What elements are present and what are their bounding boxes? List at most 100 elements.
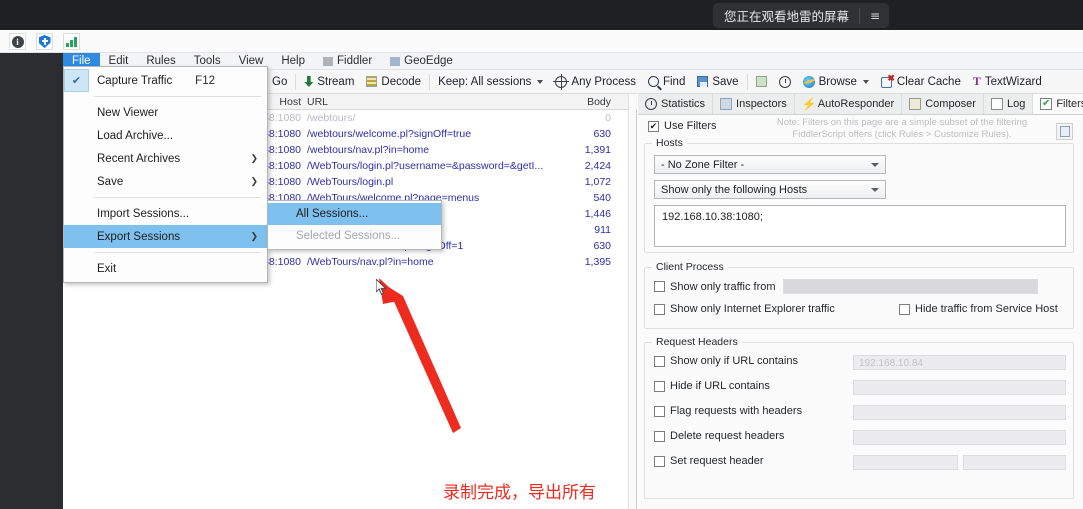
fiddler-window: File Edit Rules Tools View Help Fiddler … bbox=[63, 52, 1083, 509]
screen-root: 您正在观看地雷的屏幕 ≡ i File Edit Rules Tools Vie… bbox=[0, 0, 1083, 509]
submenu-item-selected-sessions: Selected Sessions... bbox=[268, 225, 441, 247]
any-process-button[interactable]: Any Process bbox=[549, 70, 642, 94]
use-filters-row[interactable]: ✔ Use Filters bbox=[648, 120, 717, 132]
menu-item-label: Export Sessions bbox=[97, 230, 181, 243]
save-button[interactable]: Save bbox=[691, 70, 744, 94]
menu-item-recent-archives[interactable]: Recent Archives ❯ bbox=[64, 147, 267, 170]
show-only-url-contains-row[interactable]: Show only if URL contains bbox=[654, 355, 798, 367]
flag-requests-input[interactable] bbox=[853, 405, 1066, 420]
tab-log[interactable]: Log bbox=[984, 94, 1034, 114]
clear-cache-icon bbox=[880, 74, 895, 88]
screen-share-pill[interactable]: 您正在观看地雷的屏幕 ≡ bbox=[713, 3, 890, 28]
clear-cache-button[interactable]: Clear Cache bbox=[875, 70, 967, 94]
traffic-from-input[interactable] bbox=[782, 279, 1038, 294]
delete-request-headers-checkbox[interactable]: Delete request headers bbox=[654, 430, 784, 442]
zone-filter-value: - No Zone Filter - bbox=[661, 158, 745, 171]
tab-filters[interactable]: ✔ Filters bbox=[1033, 94, 1083, 114]
hide-service-host-label: Hide traffic from Service Host bbox=[915, 303, 1058, 315]
tab-inspectors[interactable]: Inspectors bbox=[713, 94, 795, 114]
submenu-item-label: Selected Sessions... bbox=[296, 230, 401, 242]
set-request-header-row[interactable]: Set request header bbox=[654, 455, 764, 467]
flag-requests-row[interactable]: Flag requests with headers bbox=[654, 405, 802, 417]
timeline-button[interactable] bbox=[773, 70, 797, 94]
column-header-url[interactable]: URL bbox=[307, 96, 565, 108]
show-only-traffic-from-row[interactable]: Show only traffic from bbox=[654, 279, 1038, 294]
shield-icon[interactable] bbox=[36, 33, 53, 50]
menu-item-exit[interactable]: Exit bbox=[64, 257, 267, 280]
menu-item-label: Save bbox=[97, 175, 124, 188]
decode-button[interactable]: Decode bbox=[360, 70, 427, 94]
menu-item-load-archive[interactable]: Load Archive... bbox=[64, 124, 267, 147]
menu-fiddler[interactable]: Fiddler bbox=[314, 53, 381, 70]
checkbox-box bbox=[654, 355, 665, 367]
clipboard-icon bbox=[755, 76, 767, 87]
cell-url: /webtours/ bbox=[307, 112, 356, 124]
tab-statistics[interactable]: Statistics bbox=[638, 94, 714, 114]
hide-service-host-checkbox[interactable]: Hide traffic from Service Host bbox=[899, 303, 1058, 315]
hide-service-host-row[interactable]: Hide traffic from Service Host bbox=[899, 303, 1058, 315]
browse-label: Browse bbox=[818, 75, 857, 88]
session-list-scrollbar[interactable] bbox=[628, 94, 636, 509]
textwizard-label: TextWizard bbox=[984, 75, 1042, 88]
host-mode-select[interactable]: Show only the following Hosts bbox=[654, 180, 886, 199]
inspector-tabs: Statistics Inspectors ⚡ AutoResponder Co… bbox=[638, 94, 1083, 115]
menu-item-import-sessions[interactable]: Import Sessions... bbox=[64, 202, 267, 225]
flag-requests-checkbox[interactable]: Flag requests with headers bbox=[654, 405, 802, 417]
actions-button[interactable] bbox=[1056, 123, 1073, 140]
lightning-icon: ⚡ bbox=[801, 97, 817, 111]
menu-separator bbox=[94, 252, 261, 253]
show-only-traffic-from-checkbox[interactable]: Show only traffic from bbox=[654, 281, 776, 293]
hosts-group: Hosts - No Zone Filter - Show only the f… bbox=[644, 137, 1074, 253]
show-only-url-contains-checkbox[interactable]: Show only if URL contains bbox=[654, 355, 798, 367]
chevron-down-icon[interactable] bbox=[862, 79, 869, 84]
show-only-ie-row[interactable]: Show only Internet Explorer traffic bbox=[654, 303, 835, 315]
cell-body: 540 bbox=[593, 192, 611, 204]
browse-button[interactable]: Browse bbox=[797, 70, 875, 94]
info-icon[interactable]: i bbox=[9, 33, 26, 50]
filters-note: Note: Filters on this page are a simple … bbox=[776, 117, 1028, 140]
textwizard-button[interactable]: T TextWizard bbox=[967, 70, 1048, 94]
hide-if-url-contains-checkbox[interactable]: Hide if URL contains bbox=[654, 380, 770, 392]
hide-url-input[interactable] bbox=[853, 380, 1066, 395]
hamburger-menu-icon[interactable]: ≡ bbox=[870, 9, 880, 23]
search-icon bbox=[647, 76, 659, 87]
host-list-textarea[interactable]: 192.168.10.38:1080; bbox=[654, 205, 1066, 247]
request-headers-group-label: Request Headers bbox=[652, 336, 742, 348]
column-header-body[interactable]: Body bbox=[533, 96, 611, 108]
bar-chart-icon[interactable] bbox=[63, 33, 80, 50]
use-filters-checkbox[interactable]: ✔ Use Filters bbox=[648, 120, 717, 132]
menu-geoedge-label: GeoEdge bbox=[404, 54, 453, 67]
keep-sessions-dropdown[interactable]: Keep: All sessions bbox=[432, 70, 549, 94]
menu-geoedge[interactable]: GeoEdge bbox=[381, 53, 462, 70]
menu-item-new-viewer[interactable]: New Viewer bbox=[64, 101, 267, 124]
show-only-ie-checkbox[interactable]: Show only Internet Explorer traffic bbox=[654, 303, 835, 315]
shield-glyph bbox=[38, 35, 51, 48]
menu-item-label: Load Archive... bbox=[97, 129, 174, 142]
url-contains-input[interactable]: 192.168.10.84 bbox=[853, 355, 1066, 370]
delete-headers-input[interactable] bbox=[853, 430, 1066, 445]
set-header-value-input[interactable] bbox=[963, 455, 1066, 470]
menu-item-save[interactable]: Save ❯ bbox=[64, 170, 267, 193]
copy-button[interactable] bbox=[750, 70, 773, 94]
find-button[interactable]: Find bbox=[642, 70, 691, 94]
set-header-name-input[interactable] bbox=[853, 455, 958, 470]
cell-url: /WebTours/nav.pl?in=home bbox=[307, 256, 434, 268]
submenu-item-all-sessions[interactable]: All Sessions... bbox=[268, 203, 441, 225]
fiddler-icon bbox=[323, 56, 333, 66]
stream-button[interactable]: Stream bbox=[298, 70, 360, 94]
tab-autoresponder[interactable]: ⚡ AutoResponder bbox=[795, 94, 903, 114]
tab-composer[interactable]: Composer bbox=[902, 94, 984, 114]
set-request-header-checkbox[interactable]: Set request header bbox=[654, 455, 764, 467]
checkbox-box bbox=[654, 303, 665, 315]
menu-item-export-sessions[interactable]: Export Sessions ❯ bbox=[64, 225, 267, 248]
divider bbox=[429, 73, 431, 90]
delete-request-headers-row[interactable]: Delete request headers bbox=[654, 430, 784, 442]
menu-help[interactable]: Help bbox=[272, 53, 314, 70]
log-icon bbox=[990, 98, 1003, 110]
annotation-text: 录制完成，导出所有 bbox=[443, 483, 596, 503]
chevron-right-icon: ❯ bbox=[250, 231, 258, 241]
hide-if-url-contains-row[interactable]: Hide if URL contains bbox=[654, 380, 770, 392]
zone-filter-select[interactable]: - No Zone Filter - bbox=[654, 155, 886, 174]
menu-item-capture-traffic[interactable]: ✔ Capture Traffic F12 bbox=[64, 69, 267, 92]
cell-body: 2,424 bbox=[584, 160, 611, 172]
